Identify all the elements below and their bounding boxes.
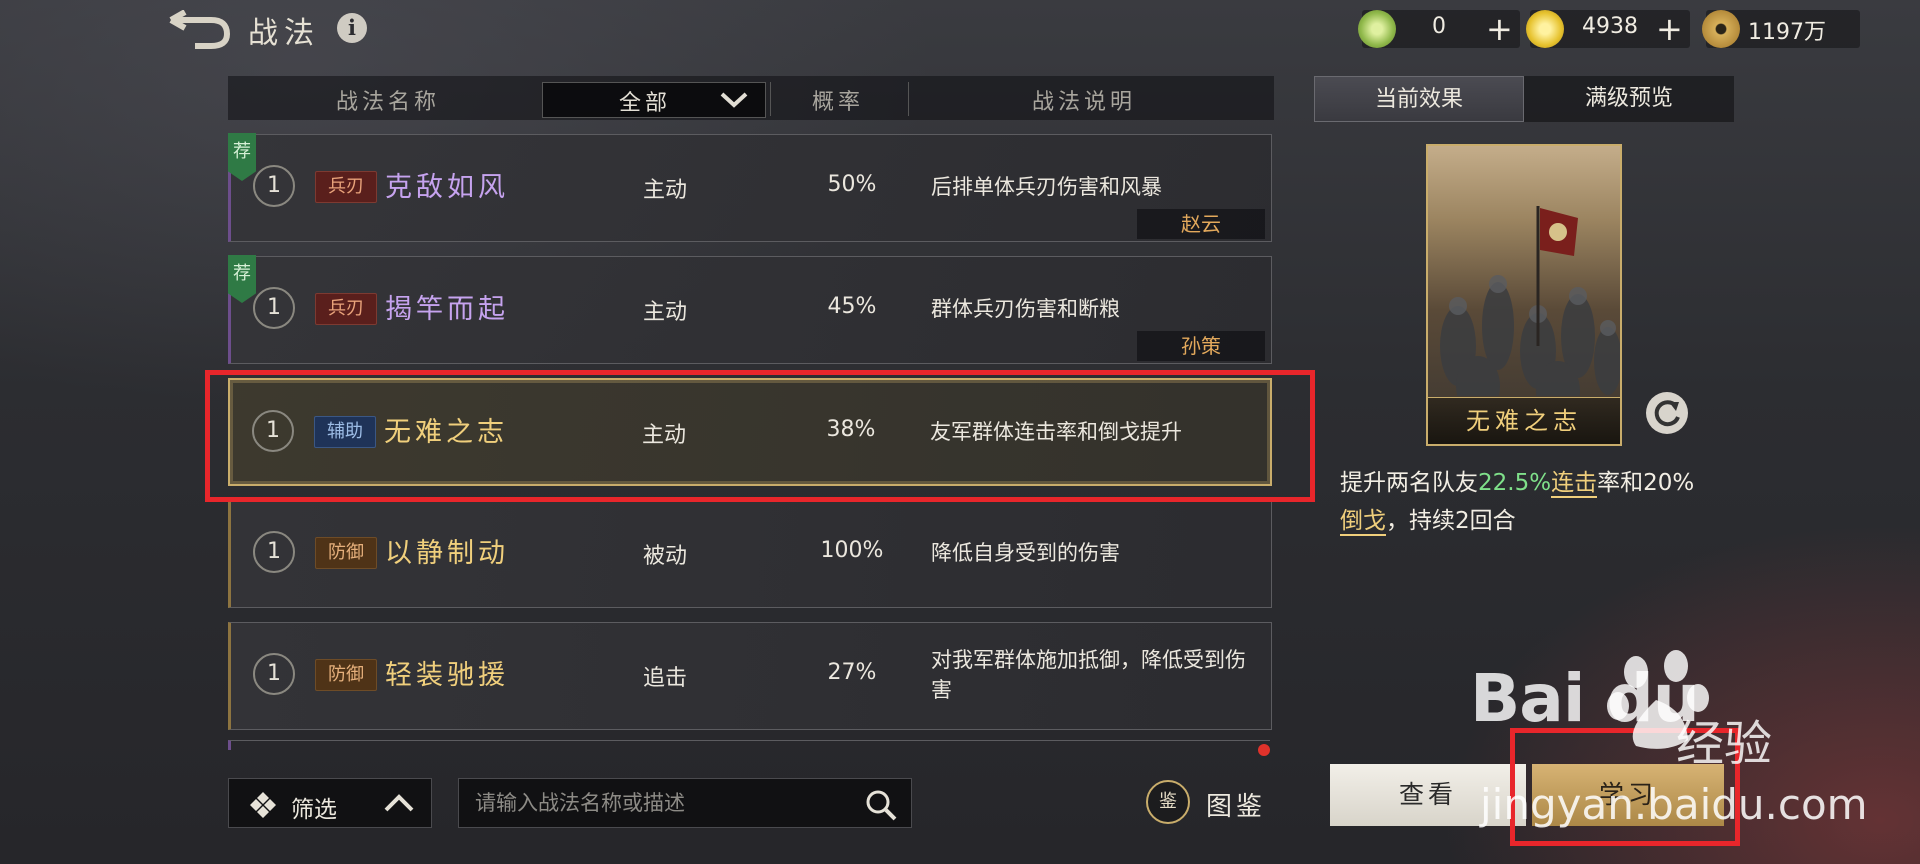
skill-type: 追击: [642, 666, 687, 691]
skill-tag: 兵刃: [315, 293, 377, 325]
column-name: 战法名称: [336, 90, 441, 115]
reset-button[interactable]: [1646, 392, 1688, 434]
skill-desc: 降低自身受到的伤害: [931, 541, 1120, 565]
tab-max-level-preview[interactable]: 满级预览: [1524, 76, 1734, 122]
skill-name: 轻装驰援: [385, 660, 509, 691]
column-rate: 概率: [812, 90, 865, 115]
jade-coin-icon: [1358, 10, 1396, 48]
skill-desc: 群体兵刃伤害和断粮: [931, 297, 1120, 321]
owner-general: 孙策: [1137, 331, 1265, 361]
skill-level: 1: [252, 410, 294, 452]
keyword-combo[interactable]: 连击: [1551, 470, 1598, 498]
skill-type: 被动: [642, 544, 687, 569]
skill-desc: 对我军群体施加抵御，降低受到伤害: [931, 648, 1246, 702]
skill-level: 1: [253, 165, 295, 207]
skill-rate: 27%: [827, 660, 877, 685]
back-arrow-icon: [169, 9, 231, 49]
owner-general: 赵云: [1137, 209, 1265, 239]
skill-type: 主动: [641, 423, 686, 448]
skill-name: 克敌如风: [385, 172, 509, 203]
type-filter-value: 全部: [619, 91, 672, 116]
effect-tabs: 当前效果 满级预览: [1314, 76, 1734, 122]
skill-row[interactable]: 1 防御 以静制动 被动 100% 降低自身受到的伤害: [228, 500, 1272, 608]
refresh-icon: [1654, 400, 1680, 427]
add-gold-button[interactable]: +: [1656, 10, 1683, 48]
gold-coin-icon: [1526, 10, 1564, 48]
list-end-edge: [228, 740, 1270, 750]
skill-type: 主动: [642, 178, 687, 203]
add-jade-button[interactable]: +: [1486, 10, 1513, 48]
tab-current-effect[interactable]: 当前效果: [1314, 76, 1524, 122]
filter-button[interactable]: 筛选: [228, 778, 432, 828]
watermark-cn: 经验: [1676, 716, 1773, 772]
resource-copper: 1197万: [1702, 10, 1860, 48]
effect-text: ，持续2回合: [1386, 508, 1516, 534]
skill-tag: 兵刃: [315, 171, 377, 203]
skill-type: 主动: [642, 300, 687, 325]
skill-name: 揭竿而起: [385, 294, 509, 325]
filter-label: 筛选: [291, 797, 337, 823]
skill-card: 无难之志: [1426, 144, 1622, 446]
search-box: [458, 778, 912, 828]
resource-gold: 4938 +: [1526, 10, 1690, 48]
skill-tag: 防御: [315, 537, 377, 569]
skill-rate: 100%: [820, 538, 884, 563]
divider: [770, 82, 771, 116]
column-desc: 战法说明: [1032, 90, 1137, 115]
notification-dot: [1258, 744, 1270, 756]
skill-rate: 45%: [827, 294, 877, 319]
recommended-badge: 荐: [228, 255, 256, 303]
filter-diamond-icon: [250, 792, 276, 818]
skill-name: 以静制动: [385, 538, 509, 569]
skill-level: 1: [253, 653, 295, 695]
skill-level: 1: [253, 531, 295, 573]
gold-value: 4938: [1582, 14, 1638, 39]
skill-name: 无难之志: [384, 417, 508, 448]
skill-tag: 辅助: [314, 416, 376, 448]
skill-row[interactable]: 荐 1 兵刃 克敌如风 主动 50% 后排单体兵刃伤害和风暴 赵云: [228, 133, 1272, 242]
card-name: 无难之志: [1428, 397, 1620, 444]
catalog-button[interactable]: 图鉴: [1206, 786, 1266, 823]
skill-level: 1: [253, 287, 295, 329]
effect-text: 率和20%: [1597, 470, 1695, 496]
skill-desc: 友军群体连击率和倒戈提升: [930, 420, 1182, 444]
search-input[interactable]: [473, 787, 857, 821]
skill-rate: 50%: [827, 172, 877, 197]
page-title: 战法: [248, 16, 320, 51]
watermark-url: jingyan.baidu.com: [1480, 780, 1868, 829]
skill-tag: 防御: [315, 659, 377, 691]
catalog-icon[interactable]: 鉴: [1146, 780, 1190, 824]
copper-value: 1197万: [1748, 20, 1826, 45]
resource-jade: 0 +: [1358, 10, 1520, 48]
chevron-down-icon: [720, 92, 748, 108]
jade-value: 0: [1432, 14, 1446, 39]
chevron-up-icon: [384, 794, 414, 812]
effect-text: 提升两名队友: [1340, 470, 1478, 496]
keyword-defect[interactable]: 倒戈: [1340, 508, 1386, 536]
battle-artwork: [1440, 206, 1620, 396]
type-filter-dropdown[interactable]: 全部: [542, 82, 766, 118]
skill-desc: 后排单体兵刃伤害和风暴: [931, 175, 1162, 199]
skill-rate: 38%: [826, 417, 876, 442]
effect-description: 提升两名队友22.5%连击率和20% 倒戈，持续2回合: [1340, 464, 1710, 540]
search-icon[interactable]: [865, 789, 897, 821]
divider: [908, 82, 909, 116]
effect-value: 22.5%: [1478, 470, 1552, 496]
info-icon[interactable]: i: [337, 13, 367, 43]
recommended-badge: 荐: [228, 133, 256, 181]
watermark-logo-text: Bai du: [1470, 660, 1700, 737]
skill-row-selected[interactable]: 1 辅助 无难之志 主动 38% 友军群体连击率和倒戈提升: [228, 378, 1272, 486]
skill-row[interactable]: 荐 1 兵刃 揭竿而起 主动 45% 群体兵刃伤害和断粮 孙策: [228, 255, 1272, 364]
back-button[interactable]: [165, 9, 235, 52]
copper-coin-icon: [1702, 10, 1740, 48]
skill-row[interactable]: 1 防御 轻装驰援 追击 27% 对我军群体施加抵御，降低受到伤害: [228, 622, 1272, 730]
